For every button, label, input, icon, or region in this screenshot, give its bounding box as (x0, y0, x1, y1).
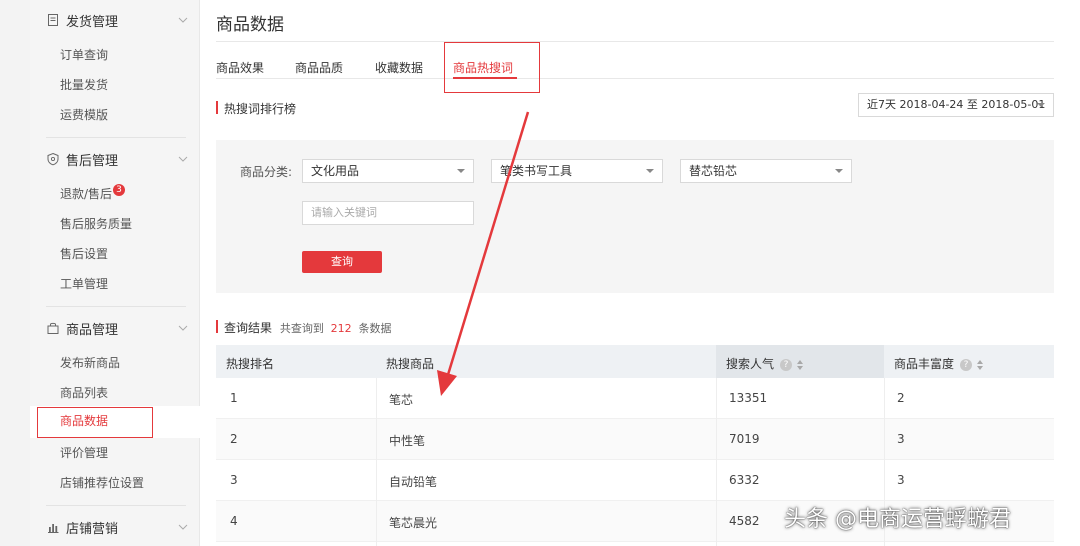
sidebar-item-reviews[interactable]: 评价管理 (60, 443, 108, 463)
divider (46, 505, 186, 506)
app-frame: 发货管理 订单查询 批量发货 运费模版 售后管理 退款/售后 3 售后服务质量 售… (0, 0, 1080, 546)
tab-favorites-data[interactable]: 收藏数据 (375, 59, 423, 76)
cell-product: 笔芯晨光 (389, 516, 438, 530)
section-title-results: 查询结果 共查询到 212 条数据 (216, 319, 392, 336)
sidebar-group-title: 商品管理 (66, 322, 119, 338)
watermark: 头条 @电商运营蜉蝣君 (784, 507, 1011, 532)
select-value: 文化用品 (311, 164, 360, 178)
bag-icon (47, 322, 59, 334)
sidebar-item-aftersale-settings[interactable]: 售后设置 (60, 244, 108, 264)
section-title-text: 查询结果 (224, 321, 273, 335)
cell-rank: 4 (230, 514, 238, 528)
sidebar-group-shipping[interactable]: 发货管理 (30, 2, 200, 38)
sidebar-item-ticket-management[interactable]: 工单管理 (60, 274, 108, 294)
sidebar-item-order-query[interactable]: 订单查询 (60, 45, 108, 65)
section-marker (216, 320, 218, 333)
caret-down-icon (457, 169, 465, 173)
date-range-value: 近7天 2018-04-24 至 2018-05-01 (867, 98, 1046, 111)
table-row: 3 自动铅笔 6332 3 (216, 460, 1054, 501)
tab-product-effect[interactable]: 商品效果 (216, 59, 264, 76)
page-title: 商品数据 (216, 15, 284, 35)
cell-richness: 2 (897, 391, 905, 405)
sidebar-item-product-list[interactable]: 商品列表 (60, 383, 108, 403)
sidebar-group-title: 发货管理 (66, 14, 119, 30)
sidebar-group-marketing[interactable]: 店铺营销 (30, 509, 200, 545)
shield-icon (47, 152, 59, 166)
sort-icon[interactable] (976, 359, 984, 371)
results-count: 212 (330, 322, 352, 335)
sort-icon[interactable] (796, 359, 804, 371)
column-header-label: 商品丰富度 (894, 357, 955, 371)
column-header-label: 搜索人气 (726, 357, 775, 371)
results-summary-prefix: 共查询到 (279, 322, 324, 335)
column-divider (376, 378, 377, 546)
cell-rank: 1 (230, 391, 238, 405)
sidebar-group-title: 店铺营销 (66, 521, 119, 537)
document-icon (48, 14, 58, 26)
sidebar-group-aftersale[interactable]: 售后管理 (30, 141, 200, 177)
chevron-down-icon[interactable] (178, 323, 188, 333)
help-icon[interactable]: ? (960, 358, 973, 371)
caret-down-icon (646, 169, 654, 173)
highlight-box (37, 407, 153, 438)
help-icon[interactable]: ? (780, 358, 793, 371)
keyword-input[interactable]: 请输入关键词 (302, 201, 474, 225)
tab-product-quality[interactable]: 商品品质 (295, 59, 343, 76)
divider (46, 306, 186, 307)
cell-popularity: 7019 (729, 432, 760, 446)
select-value: 笔类书写工具 (500, 164, 573, 178)
highlight-box (444, 42, 540, 93)
column-header-product: 热搜商品 (386, 357, 435, 371)
section-title-text: 热搜词排行榜 (224, 102, 297, 116)
category-select-level3[interactable]: 替芯铅芯 (680, 159, 852, 183)
sidebar-item-shipping-template[interactable]: 运费模版 (60, 105, 108, 125)
divider (216, 41, 1054, 42)
column-header-richness[interactable]: 商品丰富度? (894, 355, 984, 372)
date-range-select[interactable]: 近7天 2018-04-24 至 2018-05-01 (858, 93, 1054, 117)
cell-product: 中性笔 (389, 434, 426, 448)
cell-product: 自动铅笔 (389, 475, 438, 489)
sidebar: 发货管理 订单查询 批量发货 运费模版 售后管理 退款/售后 3 售后服务质量 售… (30, 0, 200, 546)
section-title-ranking: 热搜词排行榜 (216, 100, 296, 117)
sidebar-item-label: 退款/售后 (60, 187, 113, 201)
divider (216, 78, 1054, 79)
caret-down-icon (1037, 103, 1045, 107)
caret-down-icon (835, 169, 843, 173)
category-select-level1[interactable]: 文化用品 (302, 159, 474, 183)
cell-popularity: 13351 (729, 391, 768, 405)
sidebar-group-products[interactable]: 商品管理 (30, 310, 200, 346)
column-header-rank: 热搜排名 (226, 357, 275, 371)
cell-popularity: 4582 (729, 514, 760, 528)
sidebar-item-refund[interactable]: 退款/售后 3 (60, 184, 126, 204)
cell-popularity: 6332 (729, 473, 760, 487)
left-gutter (0, 0, 30, 546)
sidebar-item-service-quality[interactable]: 售后服务质量 (60, 214, 132, 234)
notification-badge: 3 (113, 184, 126, 196)
chevron-down-icon[interactable] (178, 15, 188, 25)
cell-richness: 3 (897, 432, 905, 446)
chevron-down-icon[interactable] (178, 154, 188, 164)
sidebar-item-batch-ship[interactable]: 批量发货 (60, 75, 108, 95)
table-row: 2 中性笔 7019 3 (216, 419, 1054, 460)
chart-icon (48, 524, 59, 533)
column-header-popularity[interactable]: 搜索人气? (726, 355, 804, 372)
query-button[interactable]: 查询 (302, 251, 382, 273)
sidebar-item-shop-recommend[interactable]: 店铺推荐位设置 (60, 473, 144, 493)
select-value: 替芯铅芯 (689, 164, 738, 178)
results-summary-suffix: 条数据 (358, 322, 392, 335)
category-select-level2[interactable]: 笔类书写工具 (491, 159, 663, 183)
category-label: 商品分类: (240, 165, 293, 179)
cell-product: 笔芯 (389, 393, 414, 407)
section-marker (216, 101, 218, 114)
sidebar-item-new-product[interactable]: 发布新商品 (60, 353, 120, 373)
table-row: 1 笔芯 13351 2 (216, 378, 1054, 419)
cell-richness: 3 (897, 473, 905, 487)
cell-rank: 3 (230, 473, 238, 487)
sidebar-group-title: 售后管理 (66, 153, 119, 169)
column-divider (716, 378, 717, 546)
divider (46, 137, 186, 138)
chevron-down-icon[interactable] (178, 522, 188, 532)
cell-rank: 2 (230, 432, 238, 446)
